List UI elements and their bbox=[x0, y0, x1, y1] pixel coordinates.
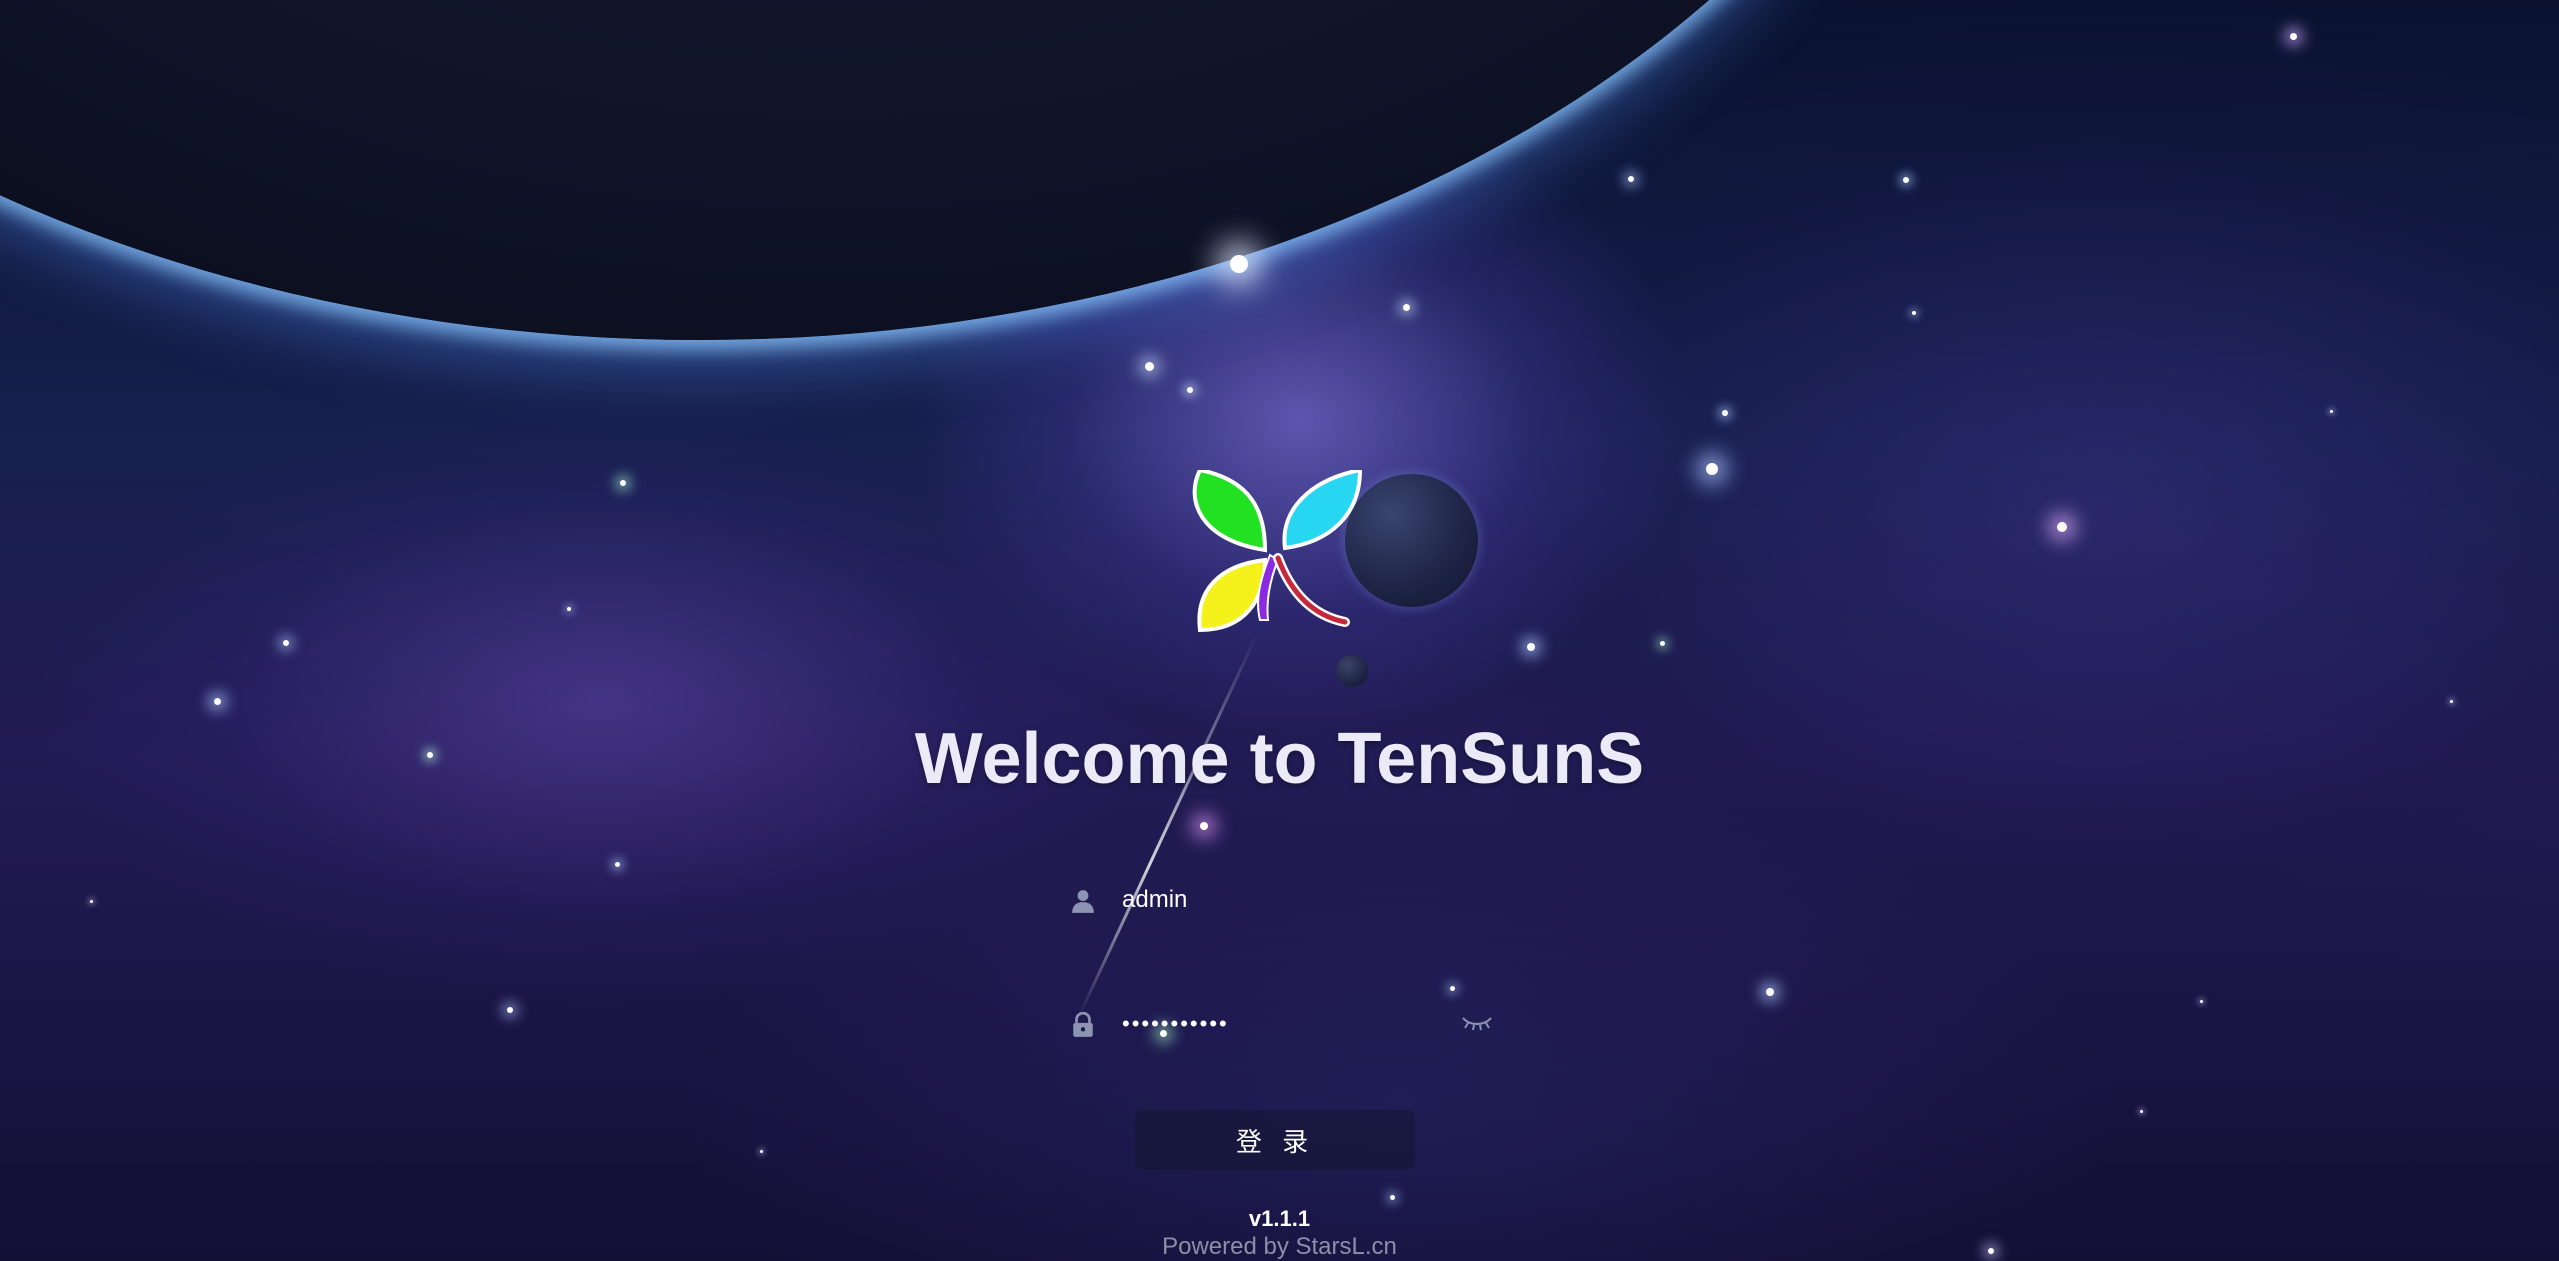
version-label: v1.1.1 bbox=[1248, 1206, 1311, 1231]
star bbox=[1527, 643, 1535, 651]
user-icon bbox=[1072, 890, 1094, 913]
star bbox=[1912, 311, 1916, 315]
username-input[interactable] bbox=[1122, 878, 1422, 922]
star bbox=[1903, 177, 1909, 183]
star bbox=[1628, 176, 1634, 182]
star bbox=[1450, 986, 1455, 991]
password-input[interactable] bbox=[1122, 1002, 1422, 1046]
star bbox=[2330, 410, 2333, 413]
star bbox=[214, 698, 221, 705]
powered-by-text: Powered by StarsL.cn bbox=[1162, 1233, 1397, 1260]
star bbox=[507, 1007, 513, 1013]
star bbox=[2450, 700, 2453, 703]
login-page-background: Welcome to TenSunS 登 录 v1.1.1 Powered by… bbox=[0, 0, 2559, 1261]
small-moon-decoration bbox=[1336, 655, 1368, 687]
star bbox=[1722, 410, 1728, 416]
star bbox=[567, 607, 571, 611]
star bbox=[1403, 304, 1410, 311]
star bbox=[2140, 1110, 2143, 1113]
star bbox=[283, 640, 289, 646]
meteor-streak-decoration bbox=[1077, 635, 1258, 1017]
star bbox=[1390, 1195, 1395, 1200]
eye-closed-icon[interactable] bbox=[1460, 1012, 1494, 1034]
star bbox=[1200, 822, 1208, 830]
password-field-wrapper bbox=[1060, 996, 1500, 1052]
planet-horizon-decoration bbox=[0, 0, 2000, 340]
star bbox=[620, 480, 626, 486]
star bbox=[760, 1150, 763, 1153]
star bbox=[615, 862, 620, 867]
star bbox=[2057, 522, 2067, 532]
username-field-wrapper bbox=[1060, 872, 1500, 928]
star bbox=[1660, 641, 1665, 646]
star bbox=[1230, 255, 1248, 273]
star bbox=[2200, 1000, 2203, 1003]
star bbox=[2290, 33, 2297, 40]
page-title: Welcome to TenSunS bbox=[914, 719, 1645, 799]
star bbox=[1766, 988, 1774, 996]
star bbox=[1145, 362, 1154, 371]
login-button[interactable]: 登 录 bbox=[1135, 1110, 1415, 1170]
star bbox=[1706, 463, 1718, 475]
lock-icon bbox=[1073, 1012, 1093, 1037]
four-leaf-logo bbox=[1192, 470, 1363, 633]
star bbox=[1187, 387, 1193, 393]
star bbox=[90, 900, 93, 903]
